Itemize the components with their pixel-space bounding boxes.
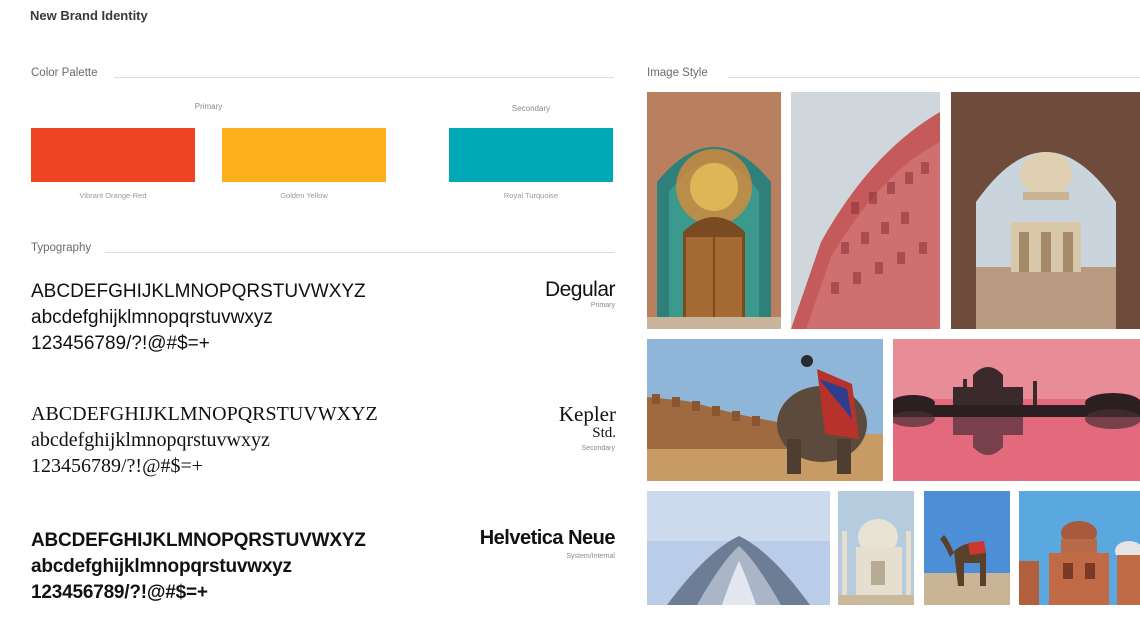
font-name-degular: Degular — [544, 278, 616, 301]
swatch-name-royal-turquoise: Royal Turquoise — [503, 191, 559, 200]
lowercase-sample: abcdefghijklmnopqrstuvwxyz — [31, 307, 273, 328]
hawa-mahal-photo — [791, 92, 940, 329]
camel-desert-photo — [924, 491, 1010, 605]
lowercase-sample: abcdefghijklmnopqrstuvwxyz — [31, 556, 292, 577]
swatch-royal-turquoise — [449, 128, 613, 182]
image-style-divider — [728, 77, 1140, 78]
swatch-name-golden-yellow: Golden Yellow — [280, 191, 328, 200]
font-name-helvetica-neue: Helvetica Neue — [479, 527, 616, 549]
typography-divider — [105, 252, 614, 253]
uppercase-sample: ABCDEFGHIJKLMNOPQRSTUVWXYZ — [31, 403, 378, 425]
uppercase-sample: ABCDEFGHIJKLMNOPQRSTUVWXYZ — [31, 530, 366, 551]
font-sample-helvetica-neue: ABCDEFGHIJKLMNOPQRSTUVWXYZ abcdefghijklm… — [31, 528, 366, 606]
font-role-helvetica-neue: System/Internal — [566, 553, 615, 560]
font-name-kepler: Kepler — [558, 402, 616, 426]
lowercase-sample: abcdefghijklmnopqrstuvwxyz — [31, 429, 270, 451]
numerals-sample: 123456789/?!@#$=+ — [31, 455, 204, 477]
palace-reflection-photo — [893, 339, 1140, 481]
uppercase-sample: ABCDEFGHIJKLMNOPQRSTUVWXYZ — [31, 281, 366, 302]
swatch-name-orange-red: Vibrant Orange-Red — [79, 191, 147, 200]
page-title: New Brand Identity — [30, 8, 148, 23]
typography-heading: Typography — [31, 242, 92, 254]
font-sample-degular: ABCDEFGHIJKLMNOPQRSTUVWXYZ abcdefghijklm… — [31, 279, 366, 357]
image-style-heading: Image Style — [647, 67, 708, 79]
font-role-kepler: Secondary — [581, 445, 615, 452]
swatch-golden-yellow — [222, 128, 386, 182]
color-palette-divider — [114, 77, 614, 78]
font-sample-kepler: ABCDEFGHIJKLMNOPQRSTUVWXYZ abcdefghijklm… — [31, 401, 378, 479]
elephant-fort-photo — [647, 339, 883, 481]
red-fort-photo — [1019, 491, 1140, 605]
swatch-orange-red — [31, 128, 195, 182]
font-name-kepler-std: Std. — [592, 425, 616, 441]
numerals-sample: 123456789/?!@#$=+ — [31, 333, 210, 354]
numerals-sample: 123456789/?!@#$=+ — [31, 582, 208, 603]
color-palette-heading: Color Palette — [31, 67, 98, 79]
arch-pavilion-photo — [951, 92, 1140, 329]
peacock-gate-photo — [647, 92, 781, 329]
font-role-degular: Primary — [590, 302, 615, 309]
primary-colors-label: Primary — [194, 102, 223, 111]
taj-mahal-photo — [838, 491, 914, 605]
lotus-temple-photo — [647, 491, 830, 605]
secondary-colors-label: Secondary — [511, 104, 551, 113]
